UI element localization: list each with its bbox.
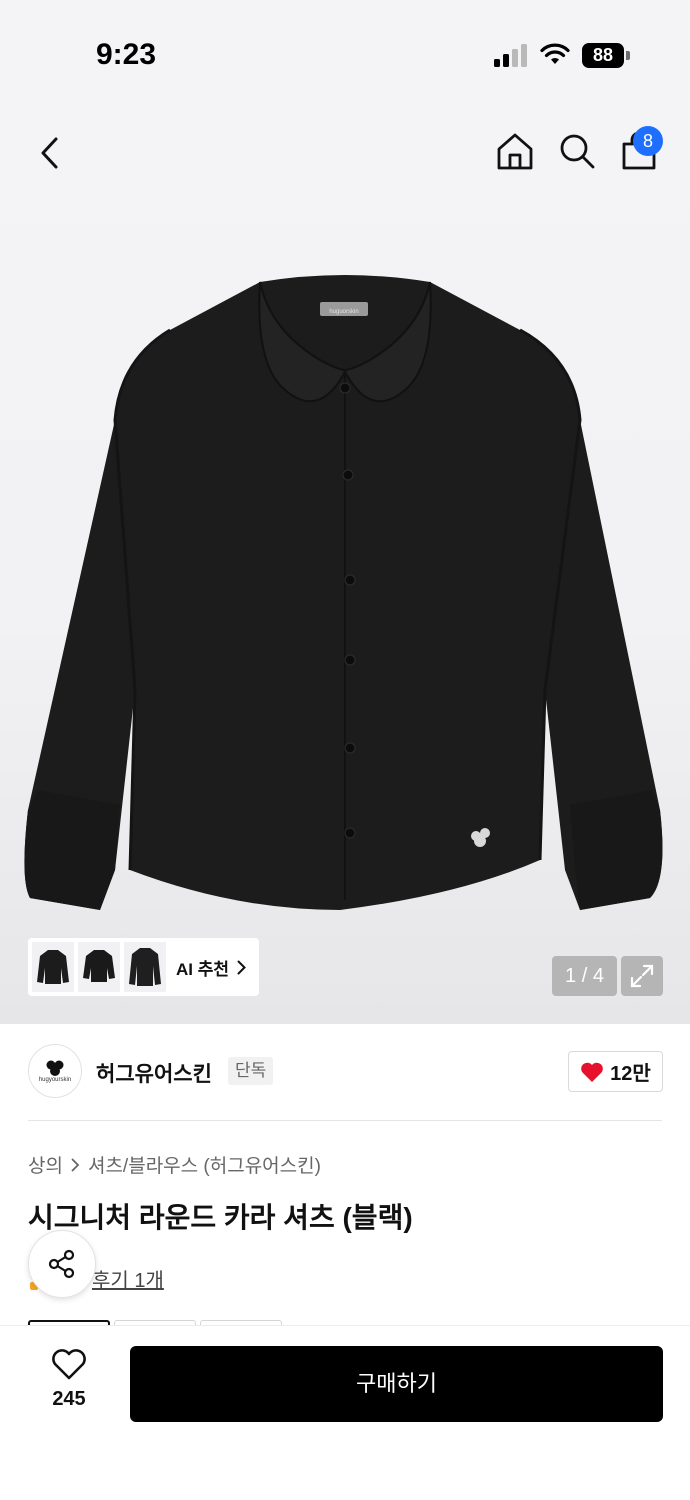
home-icon xyxy=(497,133,533,170)
product-hero: 9:23 88 8 huguorskin AI 추천 1 / 4 xyxy=(0,0,690,1024)
shirt-thumbnail-icon xyxy=(129,948,161,986)
breadcrumb-subcategory[interactable]: 셔츠/블라우스 (허그유어스킨) xyxy=(88,1151,321,1178)
ai-recommend-label[interactable]: AI 추천 xyxy=(176,955,229,980)
cellular-signal-icon xyxy=(494,44,527,67)
buy-button[interactable]: 구매하기 xyxy=(130,1346,663,1422)
brand-name[interactable]: 허그유어스킨 xyxy=(96,1058,212,1088)
share-icon xyxy=(48,1249,75,1279)
shirt-thumbnail-icon xyxy=(83,950,115,982)
heart-outline-icon xyxy=(52,1349,86,1380)
status-bar: 9:23 88 xyxy=(0,0,690,110)
home-button[interactable] xyxy=(490,126,540,176)
shirt-neck-label-text: huguorskin xyxy=(329,309,358,315)
purchase-bar: 245 구매하기 xyxy=(0,1325,690,1500)
expand-icon xyxy=(630,964,654,988)
search-icon xyxy=(560,134,595,169)
back-button[interactable] xyxy=(26,130,72,176)
product-image[interactable]: huguorskin xyxy=(20,270,670,940)
exclusive-tag: 단독 xyxy=(228,1057,274,1085)
product-title: 시그니처 라운드 카라 셔츠 (블랙) xyxy=(28,1202,413,1233)
chevron-right-icon xyxy=(71,1158,80,1172)
thumbnail-1[interactable] xyxy=(32,942,74,992)
cart-count-badge: 8 xyxy=(633,126,663,156)
thumbnail-3[interactable] xyxy=(124,942,166,992)
expand-image-button[interactable] xyxy=(621,956,663,996)
battery-cap xyxy=(626,51,630,60)
brand-like-button[interactable]: 12만 xyxy=(568,1051,663,1092)
chevron-right-icon xyxy=(237,960,246,975)
ai-recommend-strip[interactable]: AI 추천 xyxy=(28,938,259,996)
divider xyxy=(28,1120,662,1121)
status-time: 9:23 xyxy=(96,38,157,71)
top-navigation xyxy=(0,118,690,188)
wishlist-button[interactable]: 245 xyxy=(36,1348,102,1420)
thumbnail-2[interactable] xyxy=(78,942,120,992)
image-page-counter: 1 / 4 xyxy=(552,956,617,996)
brand-like-count: 12만 xyxy=(610,1063,651,1085)
brand-logo-text: hugyourskin xyxy=(38,1076,72,1083)
review-link[interactable]: 후기 1개 xyxy=(92,1264,164,1293)
brand-logo[interactable]: hugyourskin xyxy=(28,1044,82,1098)
heart-filled-icon xyxy=(581,1062,603,1082)
battery-indicator: 88 xyxy=(582,43,630,68)
breadcrumb-category[interactable]: 상의 xyxy=(28,1151,63,1178)
search-button[interactable] xyxy=(552,126,602,176)
shirt-thumbnail-icon xyxy=(37,950,69,984)
breadcrumb: 상의 셔츠/블라우스 (허그유어스킨) xyxy=(28,1151,321,1178)
brand-logo-icon xyxy=(46,1060,64,1076)
brand-row: hugyourskin 허그유어스킨 단독 12만 xyxy=(0,1024,690,1120)
battery-level: 88 xyxy=(582,43,624,68)
share-button[interactable] xyxy=(28,1230,96,1298)
wishlist-count: 245 xyxy=(52,1388,86,1410)
wifi-icon xyxy=(540,43,570,64)
chevron-left-icon xyxy=(41,137,58,169)
